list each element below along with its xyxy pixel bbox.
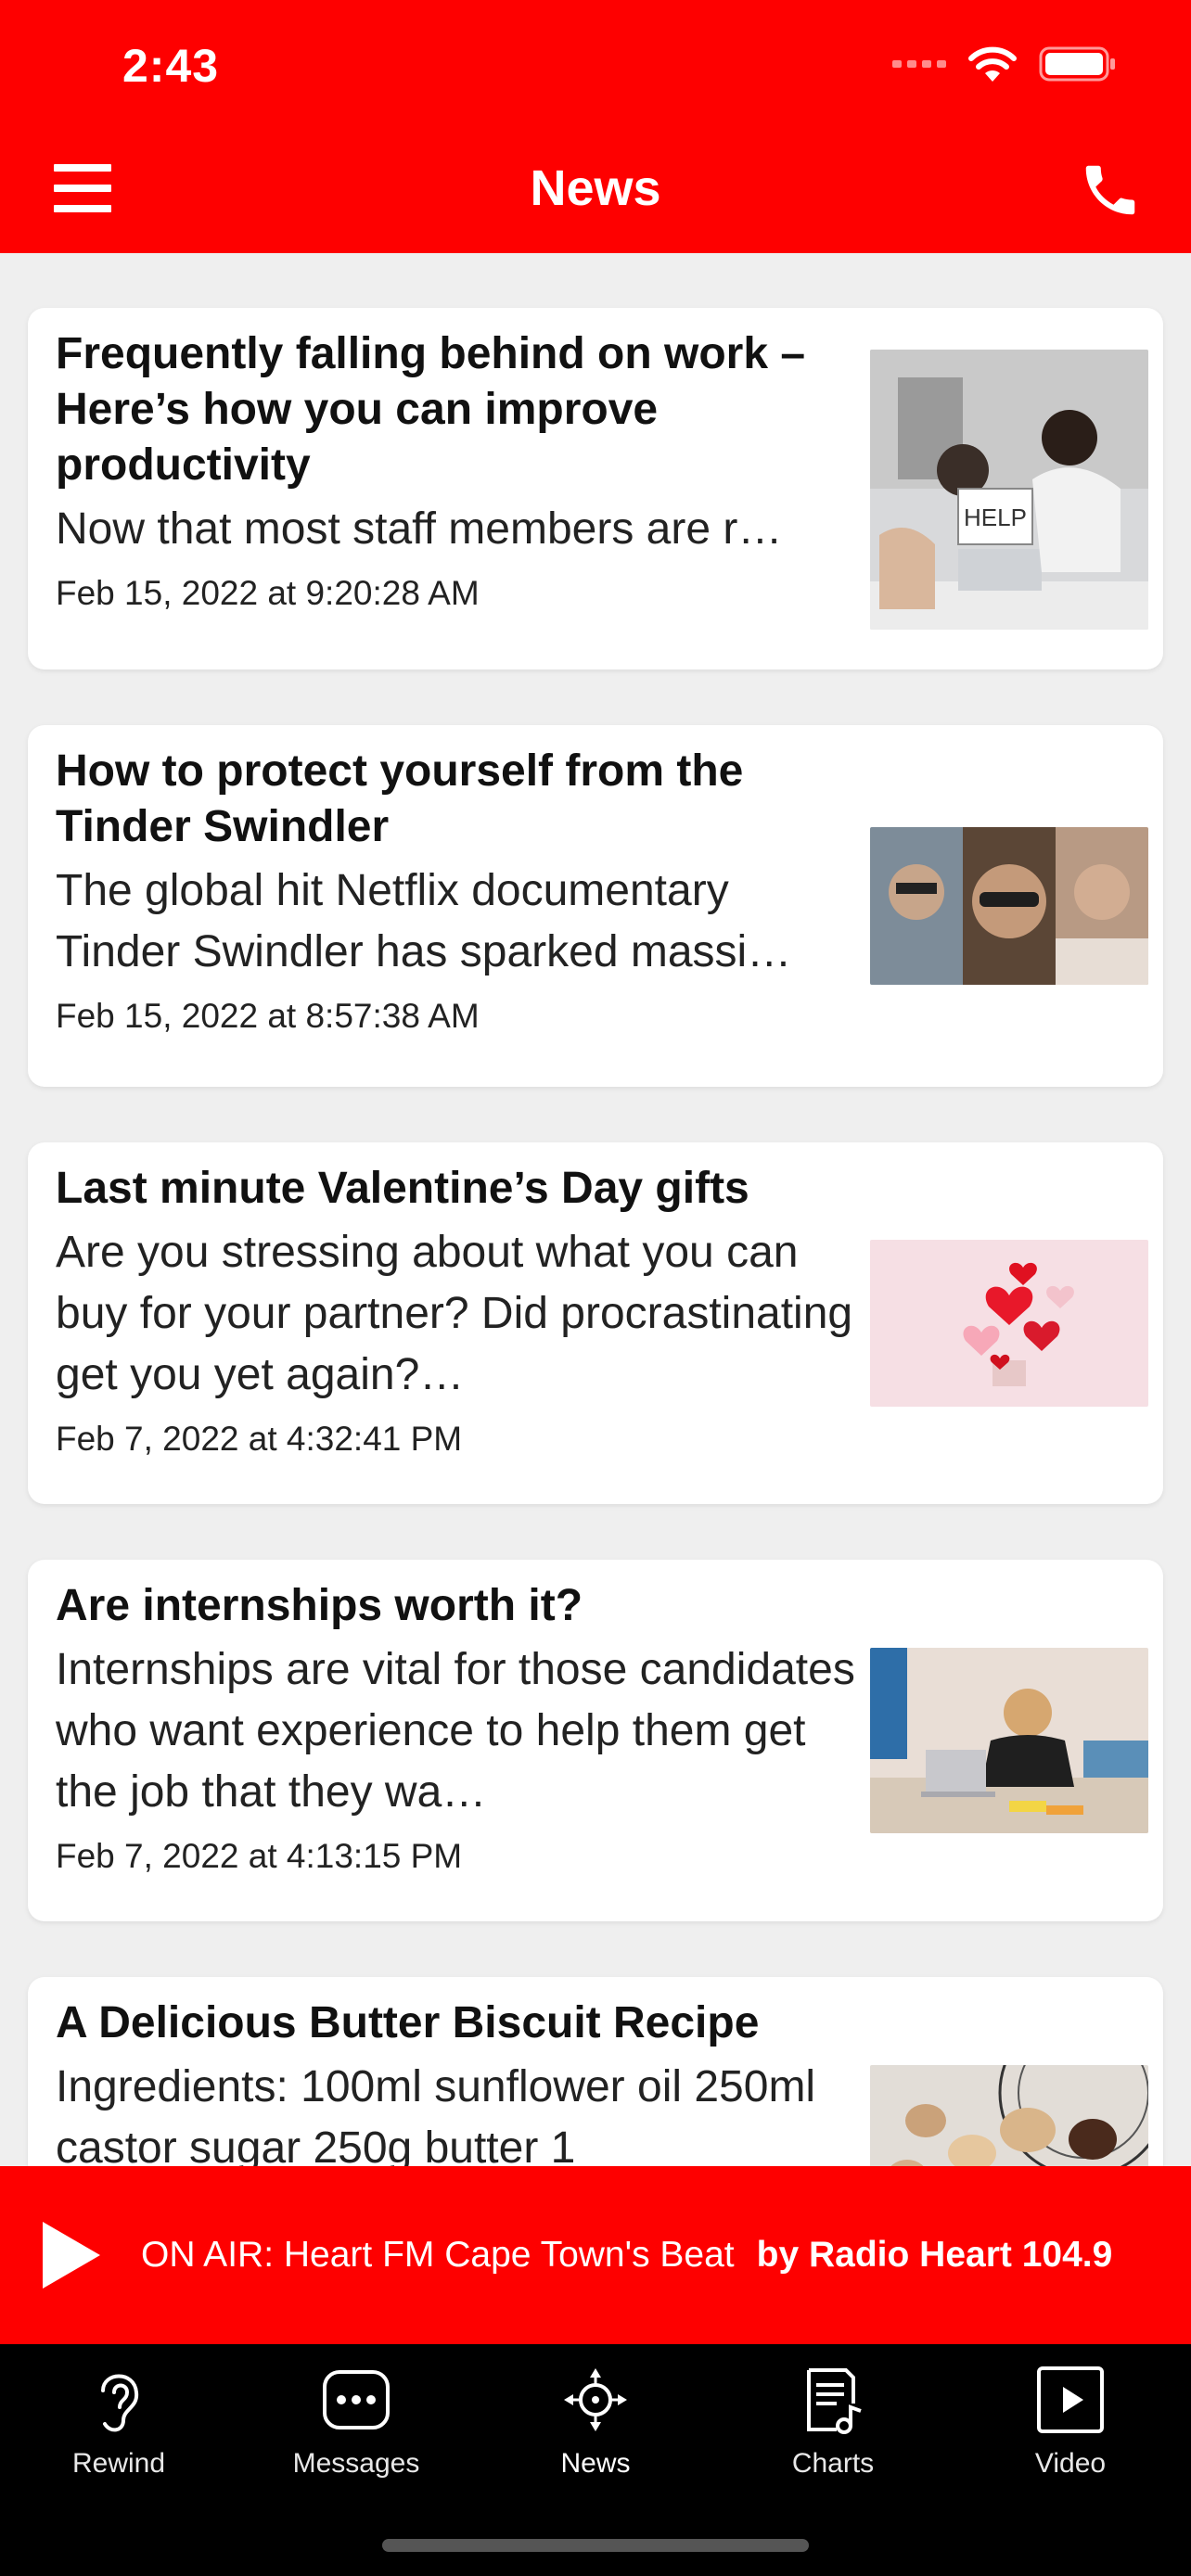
news-card-excerpt: Ingredients: 100ml sunflower oil 250ml c… [56, 2062, 816, 2166]
news-card-date: Feb 7, 2022 at 4:32:41 PM [56, 1420, 463, 1458]
phone-icon[interactable] [1078, 158, 1143, 223]
news-thumbnail [870, 2065, 1148, 2166]
tab-label: Messages [292, 2448, 420, 2479]
news-card-date: Feb 15, 2022 at 9:20:28 AM [56, 574, 480, 612]
home-indicator [382, 2539, 809, 2552]
news-compass-icon [564, 2368, 627, 2431]
tab-label: Video [1034, 2448, 1107, 2479]
news-card[interactable]: Last minute Valentine’s Day gifts Are yo… [28, 1142, 1163, 1504]
page-title: News [530, 160, 661, 216]
ear-icon [101, 2374, 139, 2432]
news-card-excerpt: Are you stressing about what you can buy… [56, 1228, 853, 1399]
news-card-excerpt: Internships are vital for those candidat… [56, 1645, 855, 1817]
news-thumbnail [870, 1240, 1148, 1407]
status-time: 2:43 [122, 40, 220, 92]
video-play-icon [1037, 2366, 1104, 2433]
news-card[interactable]: How to protect yourself from the Tinder … [28, 725, 1163, 1087]
chat-bubble-icon [323, 2370, 390, 2429]
news-thumbnail [870, 1648, 1148, 1833]
tab-label: Rewind [71, 2448, 166, 2479]
news-card-text: Are internships worth it? Internships ar… [56, 1578, 863, 1877]
news-card-title: A Delicious Butter Biscuit Recipe [56, 1998, 760, 2047]
news-card[interactable]: A Delicious Butter Biscuit Recipe Ingred… [28, 1977, 1163, 2166]
news-card-title: Frequently falling behind on work – Here… [56, 329, 806, 490]
news-card[interactable]: Are internships worth it? Internships ar… [28, 1560, 1163, 1921]
tab-label: Charts [791, 2448, 875, 2479]
news-card-date: Feb 15, 2022 at 8:57:38 AM [56, 997, 480, 1035]
tab-charts[interactable]: Charts [731, 2363, 935, 2480]
news-card-title: Last minute Valentine’s Day gifts [56, 1164, 749, 1213]
news-thumbnail [870, 827, 1148, 985]
news-card-date: Feb 7, 2022 at 4:13:15 PM [56, 1837, 463, 1875]
news-card[interactable]: Frequently falling behind on work – Here… [28, 308, 1163, 670]
news-card-text: How to protect yourself from the Tinder … [56, 744, 863, 1037]
status-indicators [892, 45, 1117, 83]
cellular-signal-icon [892, 60, 946, 68]
news-card-title: How to protect yourself from the Tinder … [56, 746, 744, 851]
charts-list-icon [807, 2368, 862, 2434]
news-card-excerpt: The global hit Netflix documentary Tinde… [56, 866, 792, 976]
tab-messages[interactable]: Messages [254, 2363, 458, 2480]
news-card-text: A Delicious Butter Biscuit Recipe Ingred… [56, 1996, 863, 2166]
on-air-text: ON AIR: Heart FM Cape Town's Beat [141, 2235, 735, 2275]
battery-icon [1039, 45, 1117, 83]
news-card-title: Are internships worth it? [56, 1581, 583, 1630]
now-playing-bar[interactable]: ON AIR: Heart FM Cape Town's Beat by Rad… [0, 2166, 1191, 2344]
news-thumbnail: HELP [870, 350, 1148, 630]
news-card-text: Last minute Valentine’s Day gifts Are yo… [56, 1161, 863, 1460]
tab-label: News [560, 2448, 631, 2479]
station-name: by Radio Heart 104.9 [756, 2235, 1113, 2275]
news-feed[interactable]: Frequently falling behind on work – Here… [0, 253, 1191, 2166]
help-sign-text: HELP [964, 504, 1027, 531]
tab-rewind[interactable]: Rewind [17, 2363, 221, 2480]
news-card-text: Frequently falling behind on work – Here… [56, 326, 863, 614]
tab-video[interactable]: Video [968, 2363, 1172, 2480]
wifi-icon [967, 45, 1018, 83]
app-header: 2:43 News [0, 0, 1191, 253]
news-card-excerpt: Now that most staff members are r… [56, 504, 783, 554]
play-icon[interactable] [39, 2218, 104, 2292]
tab-news[interactable]: News [493, 2363, 698, 2480]
